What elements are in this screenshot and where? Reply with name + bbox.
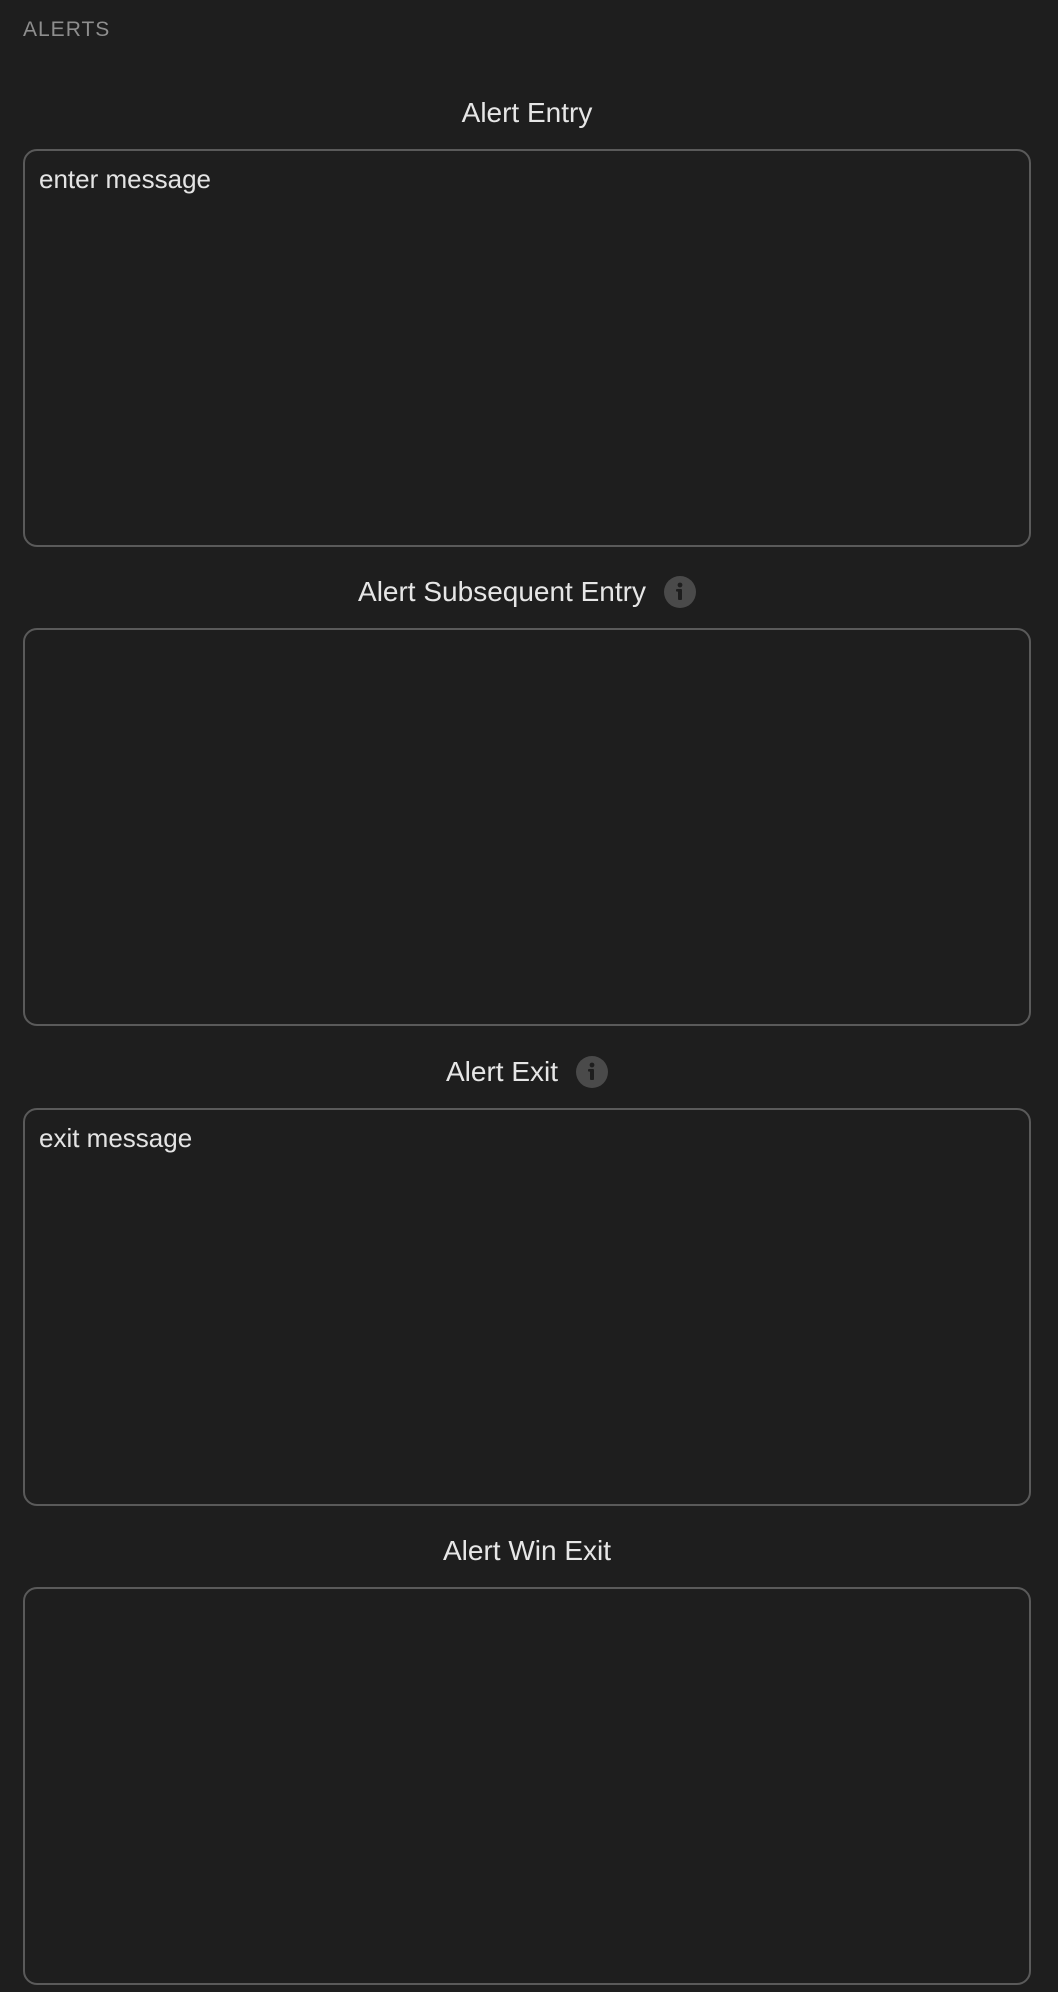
- alert-entry-label: Alert Entry: [461, 97, 593, 128]
- alert-exit-label-row: Alert Exit: [23, 1050, 1031, 1094]
- alert-entry-input[interactable]: [23, 149, 1031, 547]
- alert-win-exit-field: Alert Win Exit: [23, 1529, 1031, 1985]
- info-icon[interactable]: [663, 576, 696, 608]
- alert-subsequent-entry-label-row: Alert Subsequent Entry: [23, 570, 1031, 614]
- alert-win-exit-label-row: Alert Win Exit: [23, 1529, 1031, 1573]
- alerts-section-header: ALERTS: [23, 18, 111, 41]
- alert-subsequent-entry-input[interactable]: [23, 628, 1031, 1026]
- alert-exit-field: Alert Exit: [23, 1050, 1031, 1506]
- alert-exit-label: Alert Exit: [445, 1056, 559, 1087]
- alert-subsequent-entry-label: Alert Subsequent Entry: [358, 576, 646, 607]
- alert-win-exit-label: Alert Win Exit: [442, 1535, 612, 1566]
- alert-subsequent-entry-field: Alert Subsequent Entry: [23, 570, 1031, 1026]
- alert-entry-label-row: Alert Entry: [23, 91, 1031, 135]
- alert-win-exit-input[interactable]: [23, 1587, 1031, 1985]
- info-icon[interactable]: [576, 1056, 609, 1088]
- alert-entry-field: Alert Entry: [23, 91, 1031, 547]
- alert-exit-input[interactable]: [23, 1108, 1031, 1506]
